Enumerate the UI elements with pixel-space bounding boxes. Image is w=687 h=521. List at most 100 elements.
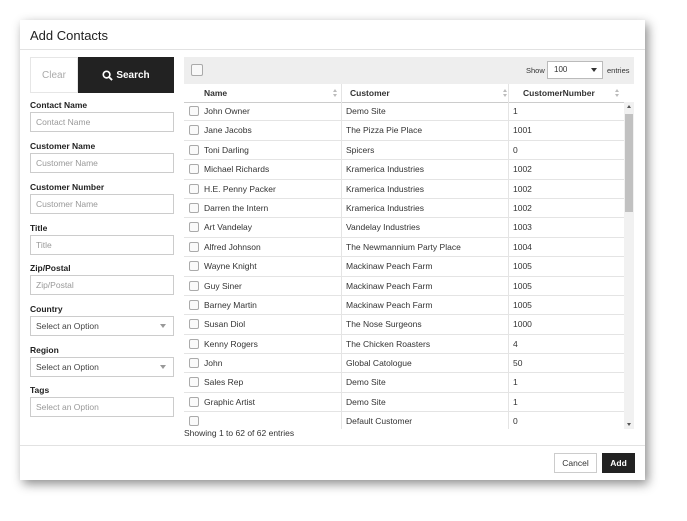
cell-name: Wayne Knight [204, 261, 257, 272]
column-header-name-label: Name [204, 88, 228, 98]
table-info: Showing 1 to 62 of 62 entries [184, 428, 295, 438]
cell-customer-number: 0 [513, 416, 518, 427]
row-checkbox[interactable] [189, 338, 199, 349]
scroll-down-arrow-icon[interactable] [627, 423, 631, 426]
table-row[interactable]: Susan Diol The Nose Surgeons 1000 [184, 315, 624, 335]
table-row[interactable]: Barney Martin Mackinaw Peach Farm 1005 [184, 296, 624, 316]
cell-name: Guy Siner [204, 280, 242, 291]
row-checkbox[interactable] [189, 106, 199, 116]
cell-name: Alfred Johnson [204, 241, 261, 252]
table-row[interactable]: Graphic Artist Demo Site 1 [184, 393, 624, 413]
select-all-checkbox[interactable] [191, 64, 203, 76]
cell-customer-number: 1 [513, 106, 518, 116]
country-select[interactable]: Select an Option [30, 316, 174, 336]
row-checkbox[interactable] [189, 377, 199, 388]
cell-customer-number: 1005 [513, 299, 532, 310]
filter-actions: Clear Search [30, 57, 174, 93]
row-checkbox[interactable] [189, 164, 199, 175]
row-checkbox[interactable] [189, 280, 199, 291]
column-header-customer[interactable]: Customer [350, 84, 510, 102]
table-row[interactable]: Art Vandelay Vandelay Industries 1003 [184, 218, 624, 238]
cell-customer-number: 1001 [513, 125, 532, 136]
entries-label: entries [607, 66, 630, 75]
region-group: Region Select an Option [30, 344, 174, 377]
cell-customer: Demo Site [346, 377, 386, 388]
customer-number-input[interactable]: Customer Name [30, 194, 174, 214]
zip-group: Zip/Postal Zip/Postal [30, 262, 174, 295]
column-header-name[interactable]: Name [204, 84, 339, 102]
table-row[interactable]: Michael Richards Kramerica Industries 1002 [184, 160, 624, 180]
search-button[interactable]: Search [78, 57, 174, 93]
tags-group: Tags Select an Option [30, 384, 174, 417]
cell-name: John [204, 358, 223, 369]
tags-input[interactable]: Select an Option [30, 397, 174, 417]
cell-name: Jane Jacobs [204, 125, 252, 136]
cell-customer-number: 1002 [513, 164, 532, 175]
table-row[interactable]: Wayne Knight Mackinaw Peach Farm 1005 [184, 257, 624, 277]
cell-name [204, 412, 334, 429]
row-checkbox[interactable] [189, 183, 199, 194]
cell-customer: The Chicken Roasters [346, 338, 431, 349]
row-checkbox[interactable] [189, 358, 199, 369]
cell-name: Graphic Artist [204, 396, 256, 407]
cell-customer-number: 1004 [513, 241, 532, 252]
region-select[interactable]: Select an Option [30, 357, 174, 377]
row-checkbox[interactable] [189, 319, 199, 330]
cancel-button[interactable]: Cancel [554, 453, 597, 473]
contact-name-input[interactable]: Contact Name [30, 112, 174, 132]
cell-customer: Default Customer [346, 416, 413, 427]
row-checkbox[interactable] [189, 416, 199, 427]
table-row[interactable]: Darren the Intern Kramerica Industries 100… [184, 199, 624, 219]
cell-customer: Mackinaw Peach Farm [346, 299, 433, 310]
cell-name: Art Vandelay [204, 222, 253, 233]
customer-name-group: Customer Name Customer Name [30, 140, 174, 173]
show-label: Show [526, 66, 545, 75]
row-checkbox[interactable] [189, 261, 199, 272]
cell-customer: Mackinaw Peach Farm [346, 280, 433, 291]
cell-name: Michael Richards [204, 164, 270, 175]
cell-name: Barney Martin [204, 299, 257, 310]
footer-divider [20, 445, 645, 446]
title-divider [20, 49, 645, 50]
table-header: Name Customer CustomerNumber [184, 84, 624, 103]
customer-name-input[interactable]: Customer Name [30, 153, 174, 173]
table-row[interactable]: John Owner Demo Site 1 [184, 102, 624, 122]
row-checkbox[interactable] [189, 125, 199, 136]
cell-customer-number: 1003 [513, 222, 532, 233]
table-row[interactable]: Alfred Johnson The Newmannium Party Place… [184, 238, 624, 258]
clear-button[interactable]: Clear [30, 57, 78, 93]
row-checkbox[interactable] [189, 299, 199, 310]
cell-name: Darren the Intern [204, 202, 269, 213]
sort-icon [333, 89, 337, 97]
add-button[interactable]: Add [602, 453, 635, 473]
row-checkbox[interactable] [189, 222, 199, 233]
row-checkbox[interactable] [189, 396, 199, 407]
row-checkbox[interactable] [189, 241, 199, 252]
table-row[interactable]: Jane Jacobs The Pizza Pie Place 1001 [184, 121, 624, 141]
table-row[interactable]: H.E. Penny Packer Kramerica Industries 100… [184, 180, 624, 199]
row-checkbox[interactable] [189, 202, 199, 213]
scroll-up-arrow-icon[interactable] [627, 105, 631, 108]
row-checkbox[interactable] [189, 144, 199, 155]
table-row[interactable]: Guy Siner Mackinaw Peach Farm 1005 [184, 277, 624, 296]
table-row[interactable]: John Global Catologue 50 [184, 354, 624, 374]
table-row[interactable]: Kenny Rogers The Chicken Roasters 4 [184, 335, 624, 355]
table-row[interactable]: Sales Rep Demo Site 1 [184, 373, 624, 393]
cell-name: Sales Rep [204, 377, 244, 388]
table-scrollbar[interactable] [624, 102, 634, 429]
scroll-thumb[interactable] [625, 114, 633, 212]
title-input[interactable]: Title [30, 235, 174, 255]
chevron-down-icon [160, 324, 166, 328]
zip-input[interactable]: Zip/Postal [30, 275, 174, 295]
page-size-select[interactable]: 100 [547, 61, 603, 79]
cell-name: Toni Darling [204, 144, 249, 155]
column-header-customer-number[interactable]: CustomerNumber [523, 84, 623, 102]
cell-customer: Kramerica Industries [346, 183, 424, 194]
table-row[interactable]: Toni Darling Spicers 0 [184, 141, 624, 161]
country-group: Country Select an Option [30, 303, 174, 336]
table-toolbar: Show 100 entries [184, 57, 634, 84]
table-row[interactable]: Default Customer 0 [184, 412, 624, 429]
country-label: Country [30, 304, 63, 314]
sort-icon [503, 89, 507, 97]
column-header-customer-label: Customer [350, 88, 390, 98]
